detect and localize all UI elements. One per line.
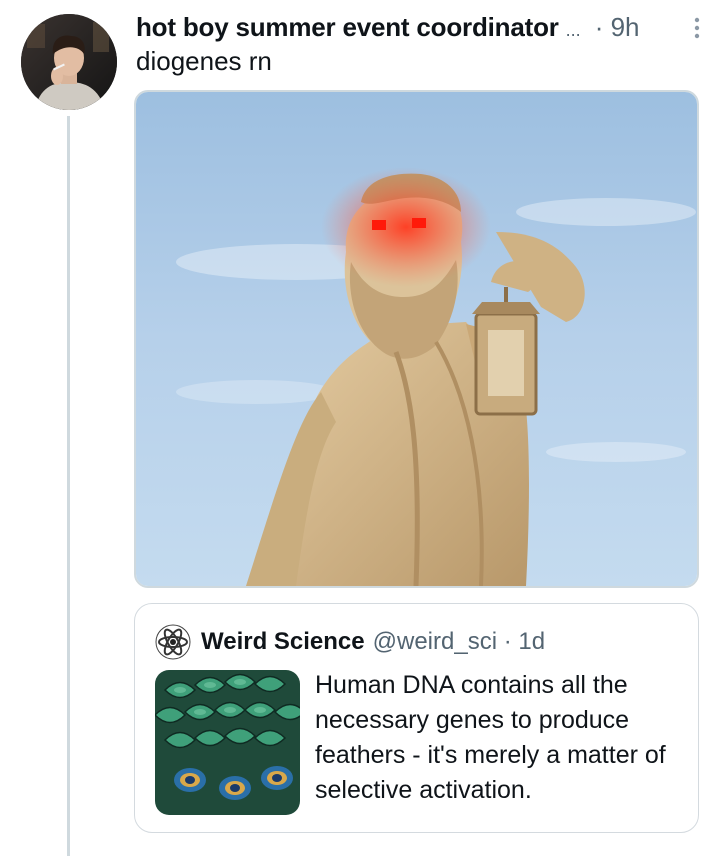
atom-logo-icon [155,624,191,660]
peacock-feathers-image [155,670,300,815]
quoted-author-handle[interactable]: @weird_sci · 1d [373,628,545,656]
quoted-tweet-thumbnail[interactable] [155,670,300,815]
quoted-tweet-text: Human DNA contains all the necessary gen… [315,671,666,804]
quoted-tweet-card[interactable]: Weird Science @weird_sci · 1d Human DNA … [134,603,699,833]
author-avatar[interactable] [21,14,117,110]
name-truncation: ... [565,19,581,40]
quoted-author-avatar[interactable] [155,624,191,660]
tweet-text: diogenes rn [136,46,272,76]
diogenes-statue-image [136,92,697,586]
avatar-photo [21,14,117,110]
tweet-media-image[interactable] [134,90,699,588]
quoted-author-name[interactable]: Weird Science [201,628,365,656]
thread-connector-line [67,116,70,856]
author-display-name[interactable]: hot boy summer event coordinator [136,12,559,43]
tweet-timestamp[interactable]: · 9h [595,12,640,43]
more-options-icon[interactable] [692,16,702,40]
tweet-header: hot boy summer event coordinator ... · 9… [136,10,706,44]
quoted-tweet-header: Weird Science @weird_sci · 1d [155,624,545,660]
